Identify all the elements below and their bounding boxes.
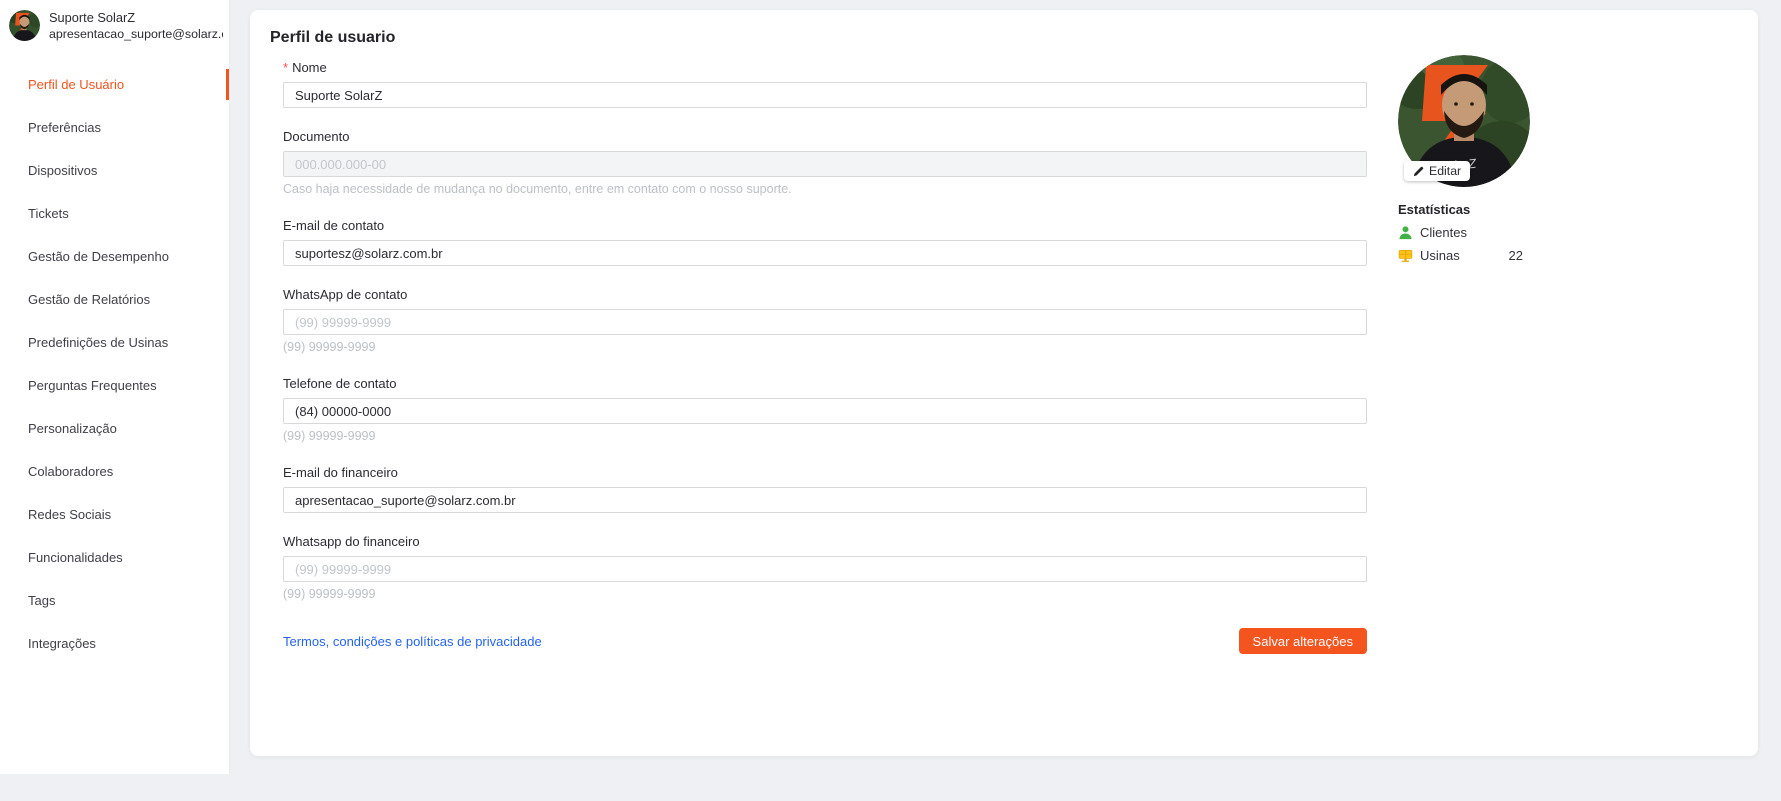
profile-side-panel: solarZ Editar Estatísticas Clientes xyxy=(1398,55,1538,263)
sidebar-item-tags[interactable]: Tags xyxy=(0,579,229,622)
stats-title: Estatísticas xyxy=(1398,202,1471,217)
pencil-icon xyxy=(1413,166,1424,176)
sidebar-user-block: Suporte SolarZ apresentacao_suporte@sola… xyxy=(0,0,229,51)
user-avatar xyxy=(9,10,40,41)
field-nome: * Nome xyxy=(283,60,1367,108)
field-whatsapp-contato: WhatsApp de contato (99) 99999-9999 xyxy=(283,287,1367,355)
sidebar-item-personalizacao[interactable]: Personalização xyxy=(0,407,229,450)
settings-sidebar: Suporte SolarZ apresentacao_suporte@sola… xyxy=(0,0,230,774)
sidebar-item-predefinicoes-de-usinas[interactable]: Predefinições de Usinas xyxy=(0,321,229,364)
stat-label-clientes: Clientes xyxy=(1420,225,1467,240)
form-footer: Termos, condições e políticas de privaci… xyxy=(283,628,1367,654)
telefone-contato-helper: (99) 99999-9999 xyxy=(283,429,376,443)
stat-row-usinas: Usinas 22 xyxy=(1398,248,1523,263)
edit-photo-button[interactable]: Editar xyxy=(1404,161,1471,181)
nome-input[interactable] xyxy=(283,82,1367,108)
documento-input xyxy=(283,151,1367,177)
field-telefone-contato: Telefone de contato (99) 99999-9999 xyxy=(283,376,1367,444)
stat-row-clientes: Clientes xyxy=(1398,225,1523,240)
terms-privacy-link[interactable]: Termos, condições e políticas de privaci… xyxy=(283,634,542,649)
save-changes-button[interactable]: Salvar alterações xyxy=(1238,628,1367,654)
sidebar-menu: Perfil de Usuário Preferências Dispositi… xyxy=(0,63,229,665)
sidebar-user-email: apresentacao_suporte@solarz.com.br xyxy=(49,27,223,41)
whatsapp-financeiro-label: Whatsapp do financeiro xyxy=(283,534,420,549)
documento-helper-text: Caso haja necessidade de mudança no docu… xyxy=(283,182,792,196)
documento-label: Documento xyxy=(283,129,350,144)
whatsapp-contato-label: WhatsApp de contato xyxy=(283,287,408,302)
profile-photo-wrap: solarZ Editar xyxy=(1398,55,1530,187)
profile-form: *Nome Documento Caso haja necessidade de… xyxy=(283,60,1367,654)
sidebar-item-perguntas-frequentes[interactable]: Perguntas Frequentes xyxy=(0,364,229,407)
whatsapp-financeiro-input[interactable] xyxy=(283,556,1367,582)
sidebar-item-gestao-de-desempenho[interactable]: Gestão de Desempenho xyxy=(0,235,229,278)
telefone-contato-input[interactable] xyxy=(283,398,1367,424)
user-avatar-image xyxy=(9,10,40,41)
email-contato-label: E-mail de contato xyxy=(283,218,385,233)
whatsapp-contato-helper: (99) 99999-9999 xyxy=(283,340,376,354)
sidebar-item-integracoes[interactable]: Integrações xyxy=(0,622,229,665)
email-financeiro-input[interactable] xyxy=(283,487,1367,513)
required-asterisk: * xyxy=(283,60,289,75)
profile-settings-card: Perfil de usuario *Nome Documento Caso h… xyxy=(250,10,1758,756)
stat-value-usinas: 22 xyxy=(1508,248,1523,263)
whatsapp-financeiro-helper: (99) 99999-9999 xyxy=(283,587,376,601)
sidebar-item-colaboradores[interactable]: Colaboradores xyxy=(0,450,229,493)
sidebar-item-preferencias[interactable]: Preferências xyxy=(0,106,229,149)
nome-label: * Nome xyxy=(283,60,327,75)
solar-panel-icon xyxy=(1398,249,1413,262)
sidebar-item-perfil-de-usuario[interactable]: Perfil de Usuário xyxy=(0,63,229,106)
sidebar-item-funcionalidades[interactable]: Funcionalidades xyxy=(0,536,229,579)
sidebar-user-name: Suporte SolarZ xyxy=(49,10,136,25)
field-email-financeiro: E-mail do financeiro xyxy=(283,465,1367,513)
telefone-contato-label: Telefone de contato xyxy=(283,376,397,391)
sidebar-item-dispositivos[interactable]: Dispositivos xyxy=(0,149,229,192)
sidebar-user-texts: Suporte SolarZ apresentacao_suporte@sola… xyxy=(49,9,223,42)
stat-label-usinas: Usinas xyxy=(1420,248,1460,263)
field-whatsapp-financeiro: Whatsapp do financeiro (99) 99999-9999 xyxy=(283,534,1367,602)
field-email-contato: E-mail de contato xyxy=(283,218,1367,266)
email-financeiro-label: E-mail do financeiro xyxy=(283,465,398,480)
person-icon xyxy=(1399,226,1412,240)
edit-photo-label: Editar xyxy=(1429,164,1462,178)
sidebar-item-gestao-de-relatorios[interactable]: Gestão de Relatórios xyxy=(0,278,229,321)
field-documento: Documento Caso haja necessidade de mudan… xyxy=(283,129,1367,197)
whatsapp-contato-input[interactable] xyxy=(283,309,1367,335)
page-title: Perfil de usuario xyxy=(270,29,396,46)
email-contato-input[interactable] xyxy=(283,240,1367,266)
sidebar-item-redes-sociais[interactable]: Redes Sociais xyxy=(0,493,229,536)
sidebar-item-tickets[interactable]: Tickets xyxy=(0,192,229,235)
